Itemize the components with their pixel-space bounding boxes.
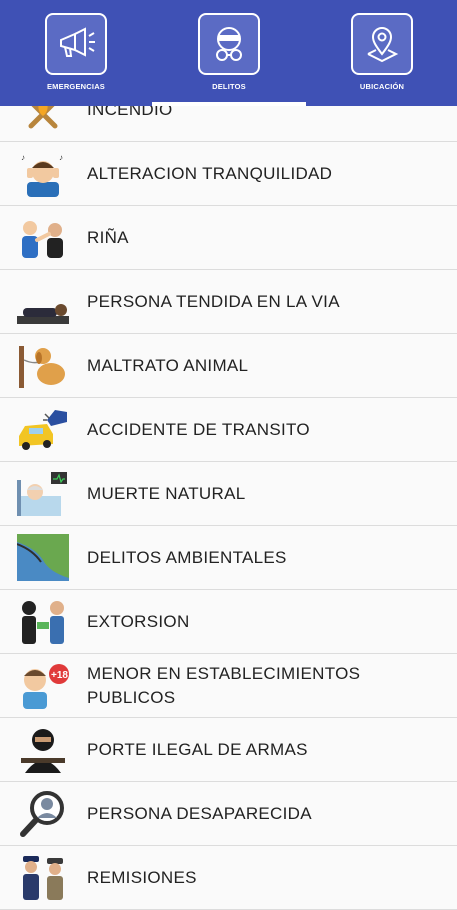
fight-icon <box>17 214 69 261</box>
tab-emergencias-label: EMERGENCIAS <box>46 82 106 91</box>
list-item-porte-ilegal-armas[interactable]: PORTE ILEGAL DE ARMAS <box>0 718 457 782</box>
tab-delitos-label: DELITOS <box>212 82 246 91</box>
extortion-icon <box>17 598 69 645</box>
svg-text:♪: ♪ <box>21 153 25 162</box>
megaphone-icon <box>45 13 107 75</box>
list-item-muerte-natural[interactable]: MUERTE NATURAL <box>0 462 457 526</box>
masked-thief-icon <box>198 13 260 75</box>
svg-text:+18: +18 <box>51 670 68 681</box>
list-item-persona-tendida[interactable]: PERSONA TENDIDA EN LA VIA <box>0 270 457 334</box>
delitos-list: INCENDIO ♪ ♪ ALTERACION TRANQUILIDAD RIÑ… <box>0 78 457 910</box>
tab-ubicacion-label: UBICACIÓN <box>359 82 405 91</box>
active-tab-indicator <box>152 102 306 106</box>
list-item-persona-desaparecida[interactable]: PERSONA DESAPARECIDA <box>0 782 457 846</box>
hospital-bed-icon <box>17 470 69 517</box>
list-item-label: PERSONA DESAPARECIDA <box>87 803 312 823</box>
police-officers-icon <box>17 854 69 901</box>
list-item-alteracion-tranquilidad[interactable]: ♪ ♪ ALTERACION TRANQUILIDAD <box>0 142 457 206</box>
top-tab-bar: EMERGENCIAS DELITOS UBICACIÓN <box>0 0 457 106</box>
list-item-extorsion[interactable]: EXTORSION <box>0 590 457 654</box>
list-item-label: MENOR EN ESTABLECIMIENTOS PUBLICOS <box>87 663 361 707</box>
list-item-label: MALTRATO ANIMAL <box>87 355 249 375</box>
svg-text:♪: ♪ <box>59 153 63 162</box>
list-item-accidente-transito[interactable]: ACCIDENTE DE TRANSITO <box>0 398 457 462</box>
list-item-remisiones[interactable]: REMISIONES <box>0 846 457 910</box>
list-item-label: ACCIDENTE DE TRANSITO <box>87 419 310 439</box>
list-item-rina[interactable]: RIÑA <box>0 206 457 270</box>
minor-plus-18-icon: +18 <box>17 662 69 709</box>
missing-person-icon <box>17 790 69 837</box>
list-item-label: PORTE ILEGAL DE ARMAS <box>87 739 308 759</box>
tab-emergencias[interactable]: EMERGENCIAS <box>36 10 116 94</box>
landscape-icon <box>16 534 69 581</box>
person-lying-icon <box>17 278 69 325</box>
tied-dog-icon <box>17 342 69 389</box>
list-item-label: DELITOS AMBIENTALES <box>87 547 287 567</box>
tab-delitos[interactable]: DELITOS <box>189 10 269 94</box>
list-item-label: PERSONA TENDIDA EN LA VIA <box>87 291 340 311</box>
map-pin-icon <box>351 13 413 75</box>
list-item-delitos-ambientales[interactable]: DELITOS AMBIENTALES <box>0 526 457 590</box>
list-item-menor-establecimientos[interactable]: +18 MENOR EN ESTABLECIMIENTOS PUBLICOS <box>0 654 457 718</box>
tab-ubicacion[interactable]: UBICACIÓN <box>342 10 422 94</box>
list-item-label: MUERTE NATURAL <box>87 483 246 503</box>
list-item-label: RIÑA <box>87 227 129 247</box>
car-crash-icon <box>17 406 69 453</box>
armed-person-icon <box>17 726 69 773</box>
list-item-maltrato-animal[interactable]: MALTRATO ANIMAL <box>0 334 457 398</box>
noise-disturbance-icon: ♪ ♪ <box>17 150 69 197</box>
list-item-label: EXTORSION <box>87 611 190 631</box>
list-item-label: ALTERACION TRANQUILIDAD <box>87 163 333 183</box>
